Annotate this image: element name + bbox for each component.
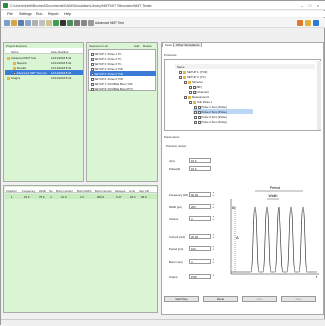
col-frequency[interactable]: Frequency	[22, 189, 35, 193]
col-delayed[interactable]: Delayed	[115, 189, 125, 193]
minimize-icon[interactable]: –	[299, 3, 305, 8]
col-burst-width[interactable]: Burst Width	[77, 189, 91, 193]
amplitude-label: A	[236, 235, 239, 240]
next-button[interactable]: Next	[242, 296, 277, 302]
user-icon[interactable]	[305, 20, 311, 26]
protocols-label: Protocols	[164, 53, 177, 57]
width-label: Width	[269, 194, 278, 198]
stepper-icon[interactable]: ▲ ▼	[212, 234, 215, 239]
pulse-output-label: Pulse(s) output	[166, 144, 187, 148]
col-burst-interval[interactable]: Burst interval	[95, 189, 111, 193]
param-input[interactable]: 15.0	[189, 158, 211, 163]
copy-icon[interactable]	[39, 20, 45, 26]
param-input[interactable]: 200	[189, 204, 211, 209]
results-panel: Channel Frequency Width No Burst number …	[3, 185, 158, 313]
sequence-list-panel: Sequence List Add Delete SETUP 1: Pulse …	[86, 42, 158, 182]
stepper-icon[interactable]: ▲ ▼	[212, 204, 215, 209]
project-explorer-panel: Project Explorer Name Date Modified Adva…	[3, 42, 84, 182]
start-stop-button[interactable]: Start/Stop	[164, 296, 199, 302]
param-input[interactable]: 4	[189, 216, 211, 221]
chevron-down-icon[interactable]: ▼	[212, 274, 215, 279]
col-no[interactable]: No	[49, 189, 53, 193]
app-icon	[3, 3, 8, 8]
col-channel[interactable]: Channel	[6, 189, 16, 193]
save-icon[interactable]	[18, 20, 24, 26]
add-sequence-button[interactable]: Add	[134, 44, 139, 48]
run-icon[interactable]	[53, 20, 59, 26]
param-label: Volume	[169, 217, 179, 221]
print-icon[interactable]	[88, 20, 94, 26]
stepper-icon[interactable]: ▲ ▼	[212, 192, 215, 197]
time-label: t	[316, 275, 317, 279]
application-window: C:\Users\IntelliBiomed\Documents\DAM\Sim…	[0, 0, 325, 326]
param-label: Output	[169, 275, 178, 279]
col-width[interactable]: Width	[39, 189, 46, 193]
menu-file[interactable]: File	[7, 12, 13, 16]
toolbar: Advanced NMT Test	[1, 18, 325, 28]
param-label: Frequency [Hz]	[169, 193, 188, 197]
col-sep-ctrl[interactable]: Sep Ctrl	[139, 189, 149, 193]
tab-other-stimulators[interactable]: Other Stimulators	[173, 42, 203, 47]
window-title: C:\Users\IntelliBiomed\Documents\DAM\Sim…	[10, 3, 152, 8]
stop-icon[interactable]	[60, 20, 66, 26]
col-burst-number[interactable]: Burst number	[56, 189, 73, 193]
stepper-icon[interactable]: ▲ ▼	[212, 246, 215, 251]
period-label: Period	[270, 186, 280, 190]
save-button[interactable]: Save	[281, 296, 316, 302]
reset-button[interactable]: Reset	[203, 296, 238, 302]
settings-icon[interactable]	[81, 20, 87, 26]
param-input[interactable]: 15.0	[189, 166, 211, 171]
stepper-icon[interactable]: ▲ ▼	[212, 259, 215, 264]
report-icon[interactable]	[67, 20, 73, 26]
help-icon[interactable]	[313, 20, 319, 26]
project-explorer-header: Name Date Modified	[5, 48, 83, 54]
saveas-icon[interactable]	[25, 20, 31, 26]
close-icon[interactable]: ×	[315, 3, 321, 8]
export-icon[interactable]	[74, 20, 80, 26]
param-label: Burst no(s)	[169, 260, 183, 264]
list-item[interactable]: SETUP 8: DOUBLE Burst PTC	[90, 86, 156, 91]
delay-label: tD	[232, 206, 236, 210]
tree-header: Name	[175, 64, 315, 69]
protocol-tree: Name SETUP 1: [TOF] SETUP 2: [TC] Stimul…	[164, 59, 321, 131]
stepper-icon[interactable]: ▲ ▼	[212, 216, 215, 221]
param-label: Period [ms]	[169, 247, 184, 251]
menu-bar: File Settings Run Report Help	[1, 11, 325, 17]
param-label: Pulse(t2)	[169, 167, 181, 171]
alert-icon[interactable]	[297, 20, 303, 26]
tree-node-selected[interactable]: Pulse 2 Sum [Pulse]	[193, 109, 253, 114]
menu-settings[interactable]: Settings	[19, 12, 32, 16]
parameters-label: Parameters	[164, 135, 180, 139]
col-limit[interactable]: Limit	[129, 189, 135, 193]
tree-scrollbar[interactable]	[317, 61, 321, 130]
col-date[interactable]: Date Modified	[51, 50, 68, 54]
open-icon[interactable]	[11, 20, 17, 26]
param-input[interactable]: 4	[189, 259, 211, 264]
pulse-waveform	[231, 206, 317, 273]
menu-run[interactable]: Run	[36, 12, 42, 16]
sequence-list-title: Sequence List	[89, 44, 109, 48]
maximize-icon[interactable]: □	[307, 3, 313, 8]
col-name[interactable]: Name	[11, 50, 18, 54]
new-icon[interactable]	[4, 20, 10, 26]
title-bar: C:\Users\IntelliBiomed\Documents\DAM\Sim…	[1, 1, 325, 10]
cut-icon[interactable]	[32, 20, 38, 26]
param-input[interactable]: 50.00	[189, 192, 211, 197]
paste-icon[interactable]	[46, 20, 52, 26]
tree-row[interactable]: Images 12/14/2018 8:44	[5, 75, 83, 80]
delete-sequence-button[interactable]: Delete	[143, 44, 152, 48]
param-label: Width [µs]	[169, 205, 182, 209]
param-label: Current [mA]	[169, 235, 185, 239]
menu-help[interactable]: Help	[64, 12, 71, 16]
sequence-list: SETUP 1: Pulse 1 TC SETUP 2: Pulse 2 TC …	[88, 49, 156, 91]
output-select[interactable]: PNP	[189, 274, 211, 279]
menu-report[interactable]: Report	[48, 12, 59, 16]
param-label: u(t1)	[169, 159, 175, 163]
results-header: Channel Frequency Width No Burst number …	[5, 187, 157, 193]
pulse-diagram: Period Width A tD t	[230, 186, 319, 279]
table-row[interactable]: 1 15.0 75.0 4 10.0 2.0 200.0 0.47 26.0 3…	[5, 194, 157, 199]
param-input[interactable]: 100	[189, 246, 211, 251]
param-input[interactable]: 20.00	[189, 234, 211, 239]
toolbar-test-label: Advanced NMT Test	[95, 21, 124, 25]
